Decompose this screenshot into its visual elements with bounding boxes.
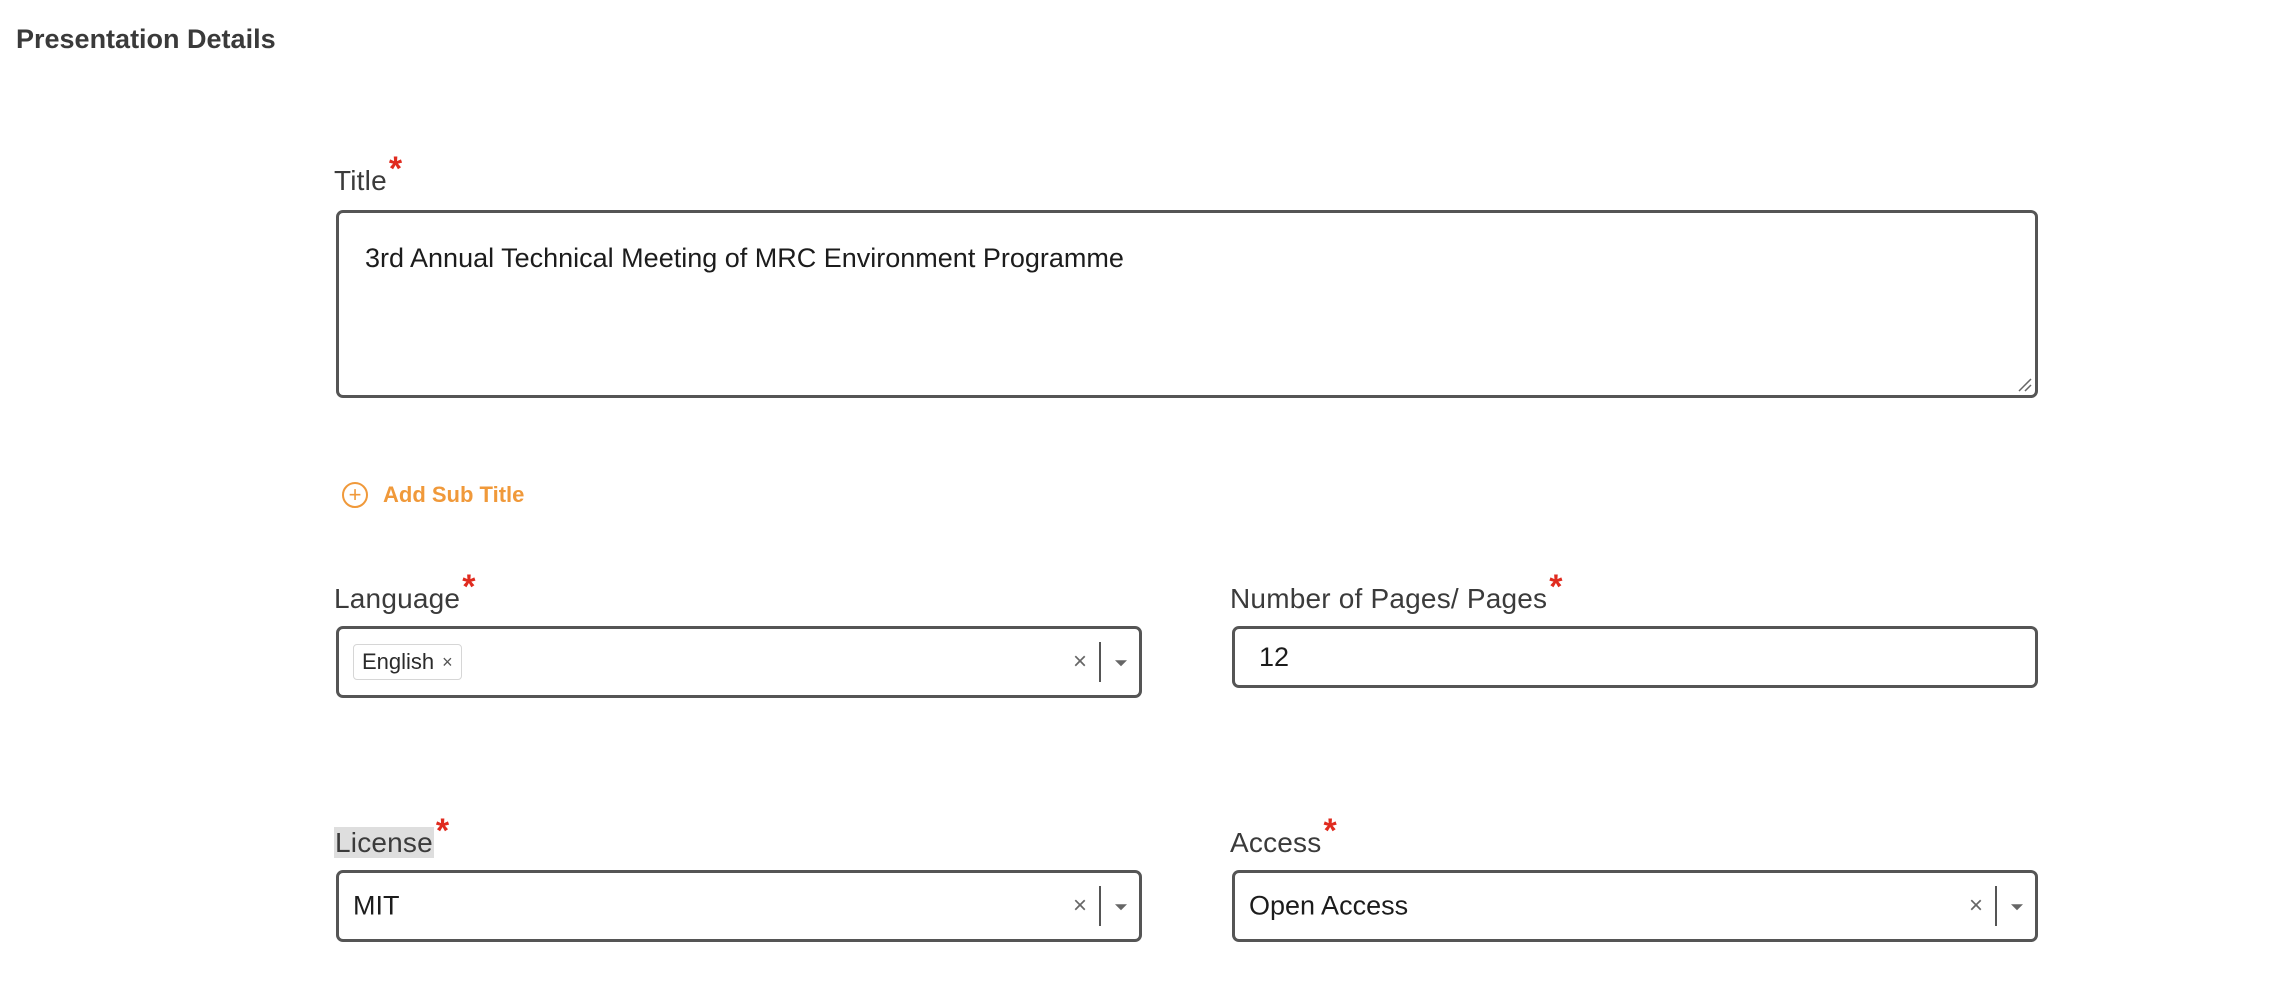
language-chip: English × bbox=[353, 644, 462, 680]
add-subtitle-label: Add Sub Title bbox=[383, 482, 525, 507]
clear-icon[interactable]: × bbox=[1969, 892, 1983, 920]
chevron-down-icon[interactable] bbox=[2011, 904, 2023, 911]
access-label-text: Access bbox=[1230, 827, 1322, 858]
access-label: Access* bbox=[1230, 812, 1337, 861]
resize-handle-icon[interactable] bbox=[2016, 376, 2032, 392]
license-value: MIT bbox=[353, 890, 400, 921]
title-textarea[interactable]: 3rd Annual Technical Meeting of MRC Envi… bbox=[336, 210, 2038, 398]
required-asterisk: * bbox=[388, 150, 403, 188]
clear-icon[interactable]: × bbox=[1073, 648, 1087, 676]
chip-remove-icon[interactable]: × bbox=[442, 652, 453, 673]
access-value: Open Access bbox=[1249, 890, 1409, 921]
required-asterisk: * bbox=[1323, 812, 1337, 850]
title-label: Title* bbox=[334, 150, 402, 199]
select-divider bbox=[1099, 886, 1101, 926]
title-label-text: Title bbox=[334, 165, 387, 196]
select-divider bbox=[1099, 642, 1101, 682]
add-subtitle-button[interactable]: + Add Sub Title bbox=[342, 482, 524, 508]
required-asterisk: * bbox=[1549, 568, 1563, 606]
chevron-down-icon[interactable] bbox=[1115, 904, 1127, 911]
title-value: 3rd Annual Technical Meeting of MRC Envi… bbox=[365, 243, 1124, 273]
license-label-text: License bbox=[334, 827, 434, 858]
section-title: Presentation Details bbox=[16, 24, 276, 54]
language-chip-label: English bbox=[362, 649, 435, 674]
language-label-text: Language bbox=[334, 583, 461, 614]
license-select[interactable]: MIT × bbox=[336, 870, 1142, 942]
pages-label-text: Number of Pages/ Pages bbox=[1230, 583, 1548, 614]
plus-circle-icon: + bbox=[342, 482, 368, 508]
pages-input[interactable]: 12 bbox=[1232, 626, 2038, 688]
chevron-down-icon[interactable] bbox=[1115, 660, 1127, 667]
required-asterisk: * bbox=[462, 568, 476, 606]
license-label: License* bbox=[334, 812, 449, 861]
access-select[interactable]: Open Access × bbox=[1232, 870, 2038, 942]
required-asterisk: * bbox=[435, 812, 450, 850]
select-divider bbox=[1995, 886, 1997, 926]
clear-icon[interactable]: × bbox=[1073, 892, 1087, 920]
pages-label: Number of Pages/ Pages* bbox=[1230, 568, 1563, 617]
language-select[interactable]: English × × bbox=[336, 626, 1142, 698]
language-label: Language* bbox=[334, 568, 476, 617]
pages-value: 12 bbox=[1259, 641, 1290, 672]
